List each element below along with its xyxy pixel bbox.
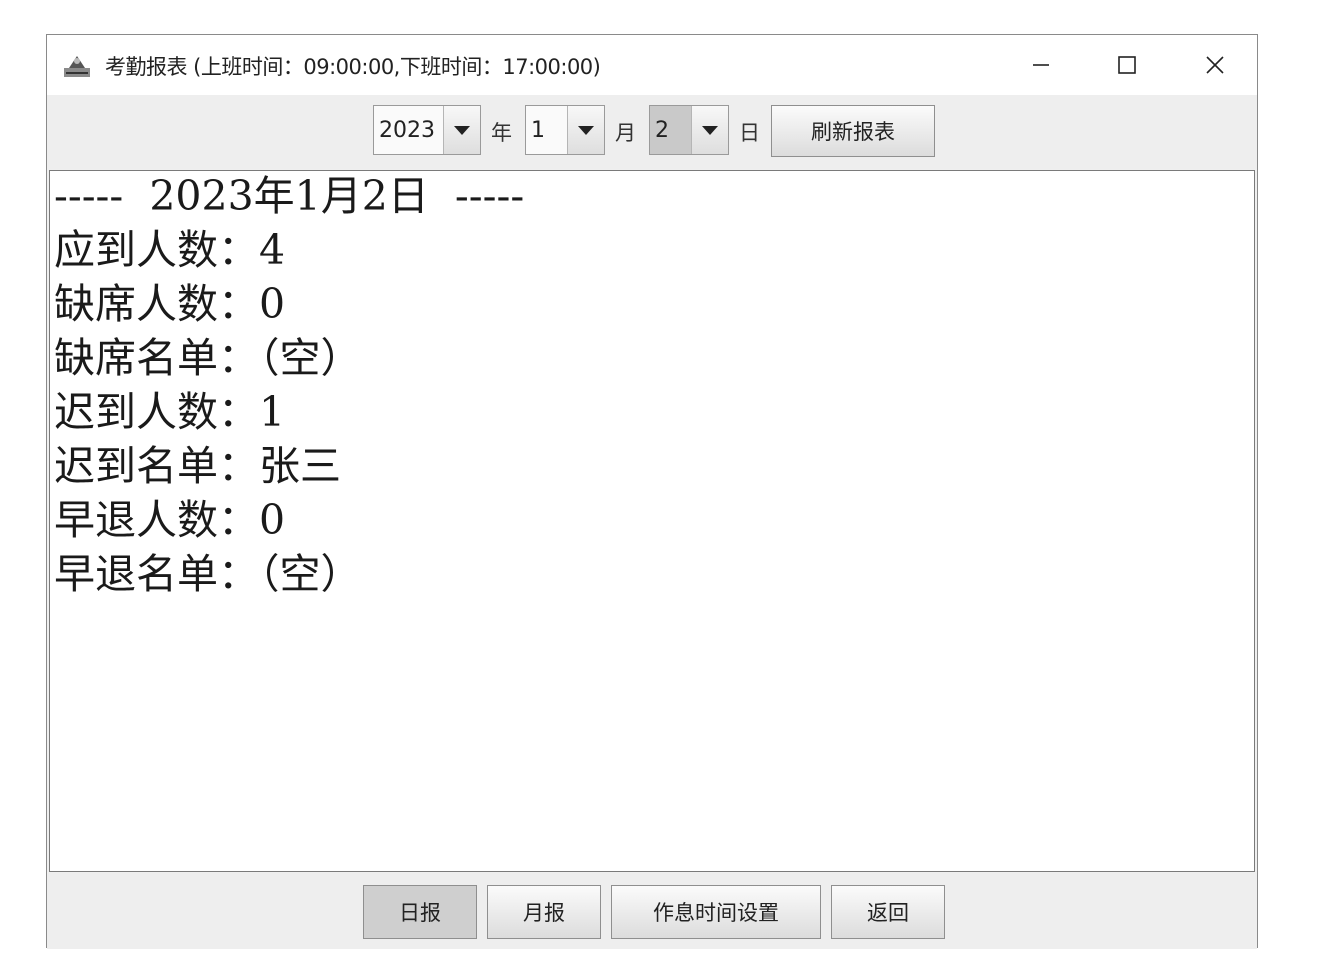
- year-value: 2023: [374, 106, 444, 154]
- year-select[interactable]: 2023: [373, 105, 481, 155]
- date-toolbar: 2023 年 1 月 2 日 刷新报表: [47, 95, 1257, 169]
- late-count-line: 迟到人数：1: [54, 388, 286, 436]
- day-value: 2: [650, 106, 692, 154]
- absent-list-line: 缺席名单：（空）: [54, 334, 362, 382]
- maximize-icon: [1118, 56, 1136, 74]
- chevron-down-icon[interactable]: [444, 106, 480, 154]
- day-unit-label: 日: [739, 121, 760, 145]
- month-value: 1: [526, 106, 568, 154]
- monthly-report-button[interactable]: 月报: [487, 885, 601, 939]
- minimize-button[interactable]: [997, 35, 1085, 95]
- absent-count-line: 缺席人数：0: [54, 280, 286, 328]
- window-title: 考勤报表 (上班时间：09:00:00,下班时间：17:00:00): [105, 55, 601, 79]
- early-leave-count-line: 早退人数：0: [54, 496, 286, 544]
- chevron-down-icon[interactable]: [692, 106, 728, 154]
- month-unit-label: 月: [615, 121, 636, 145]
- day-select[interactable]: 2: [649, 105, 729, 155]
- early-leave-list-line: 早退名单：（空）: [54, 550, 362, 598]
- maximize-button[interactable]: [1083, 35, 1171, 95]
- back-button[interactable]: 返回: [831, 885, 945, 939]
- report-date-header: ----- 2023年1月2日 -----: [54, 172, 525, 220]
- month-select[interactable]: 1: [525, 105, 605, 155]
- close-button[interactable]: [1171, 35, 1259, 95]
- late-list-line: 迟到名单：张三: [54, 442, 341, 490]
- bottom-button-bar: 日报 月报 作息时间设置 返回: [47, 873, 1257, 949]
- daily-report-button[interactable]: 日报: [363, 885, 477, 939]
- expected-count-line: 应到人数：4: [54, 226, 286, 274]
- minimize-icon: [1033, 64, 1049, 66]
- java-app-icon: [64, 56, 90, 77]
- year-unit-label: 年: [491, 121, 512, 145]
- title-bar[interactable]: 考勤报表 (上班时间：09:00:00,下班时间：17:00:00): [47, 35, 1257, 95]
- report-text-area[interactable]: ----- 2023年1月2日 ----- 应到人数：4 缺席人数：0 缺席名单…: [49, 170, 1255, 872]
- schedule-settings-button[interactable]: 作息时间设置: [611, 885, 821, 939]
- close-icon: [1206, 56, 1224, 74]
- refresh-report-button[interactable]: 刷新报表: [771, 105, 935, 157]
- report-window: 考勤报表 (上班时间：09:00:00,下班时间：17:00:00) 2023 …: [46, 34, 1258, 949]
- chevron-down-icon[interactable]: [568, 106, 604, 154]
